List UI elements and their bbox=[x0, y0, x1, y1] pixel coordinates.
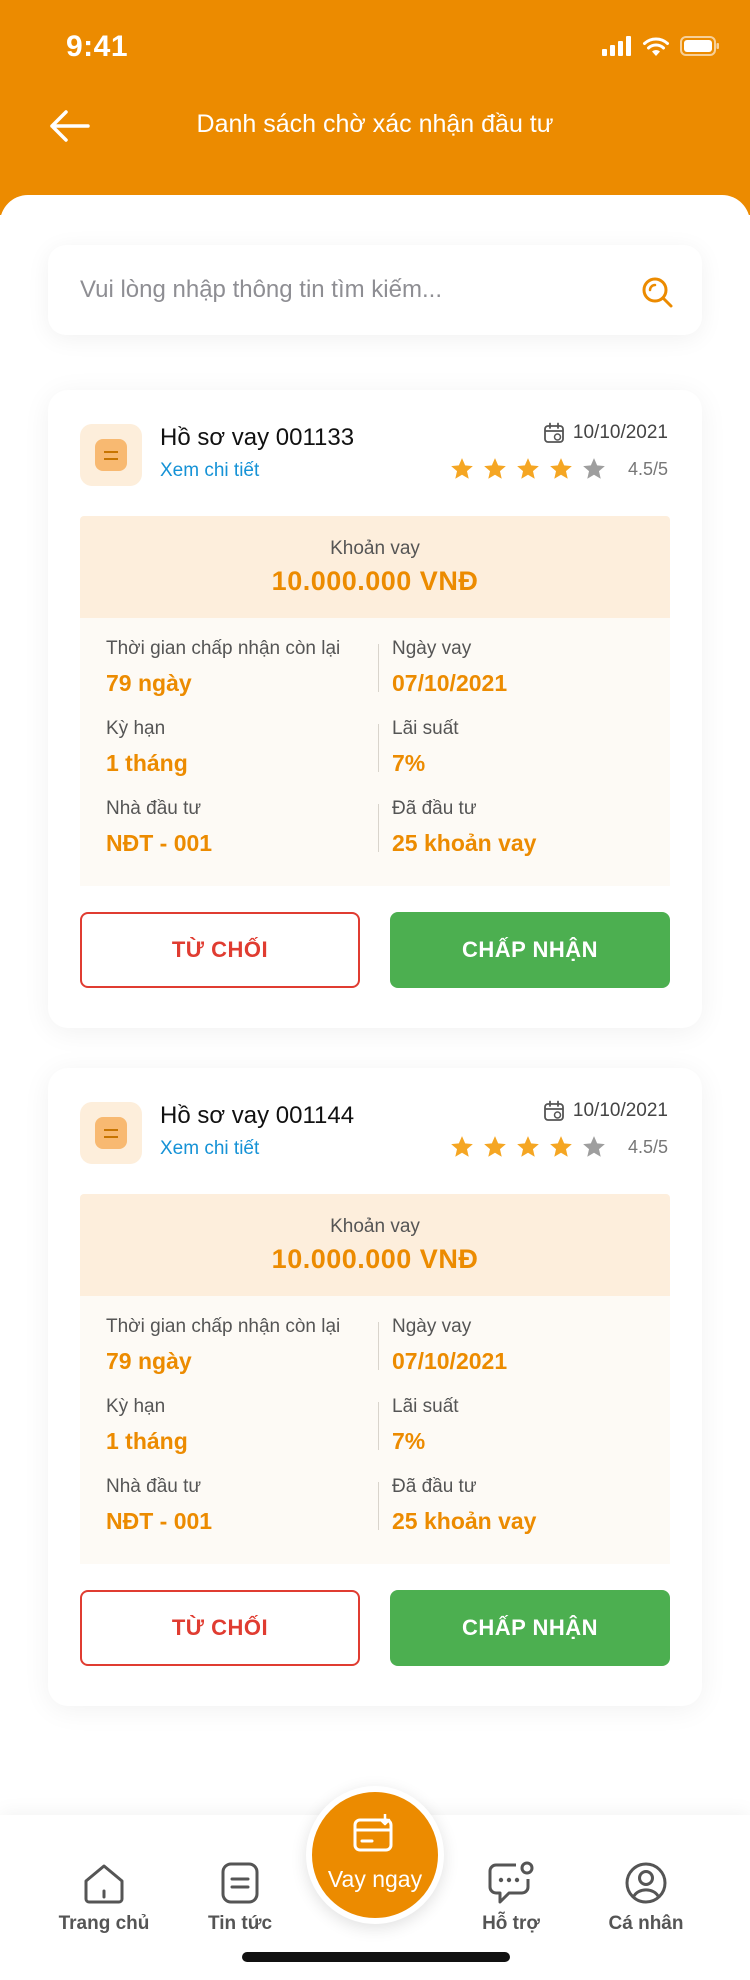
accept-button[interactable]: CHẤP NHẬN bbox=[390, 1590, 670, 1666]
nav-item-news[interactable]: Tin tức bbox=[180, 1861, 300, 1935]
nav-label: Trang chủ bbox=[58, 1913, 150, 1934]
news-icon bbox=[221, 1862, 259, 1904]
content-sheet: Hồ sơ vay 001133 Xem chi tiết 10/10/2021… bbox=[0, 195, 750, 1815]
star-filled-icon bbox=[517, 458, 539, 479]
star-filled-icon bbox=[451, 458, 473, 479]
view-detail-link[interactable]: Xem chi tiết bbox=[160, 1138, 259, 1160]
rating: 4.5/5 bbox=[449, 456, 668, 482]
reject-button[interactable]: TỪ CHỐI bbox=[80, 912, 360, 988]
status-time: 9:41 bbox=[66, 30, 129, 63]
info-investor: Nhà đầu tư NĐT - 001 bbox=[106, 798, 213, 856]
amount-value: 10.000.000 VNĐ bbox=[271, 1244, 479, 1274]
amount-label: Khoản vay bbox=[330, 538, 420, 559]
status-icons bbox=[602, 34, 720, 58]
nav-label: Tin tức bbox=[207, 1913, 273, 1934]
nav-label: Hỗ trợ bbox=[482, 1913, 540, 1934]
loan-date: 10/10/2021 bbox=[543, 422, 668, 444]
star-filled-icon bbox=[484, 1136, 506, 1157]
star-empty-icon bbox=[583, 458, 605, 479]
star-filled-icon bbox=[484, 458, 506, 479]
nav-item-profile[interactable]: Cá nhân bbox=[586, 1861, 706, 1935]
amount-value: 10.000.000 VNĐ bbox=[271, 566, 479, 596]
search-bar bbox=[48, 245, 702, 335]
nav-label: Cá nhân bbox=[608, 1913, 684, 1934]
nav-item-home[interactable]: Trang chủ bbox=[44, 1861, 164, 1935]
wifi-icon bbox=[643, 37, 669, 56]
loan-card: Hồ sơ vay 001133 Xem chi tiết 10/10/2021… bbox=[48, 390, 702, 1028]
document-icon bbox=[80, 424, 142, 486]
info-invested: Đã đầu tư 25 khoản vay bbox=[392, 798, 537, 856]
info-interest-rate: Lãi suất 7% bbox=[392, 1396, 459, 1454]
loan-amount-box: Khoản vay 10.000.000 VNĐ bbox=[80, 1194, 670, 1296]
signal-icon bbox=[602, 36, 631, 56]
loan-info-grid: Thời gian chấp nhận còn lại 79 ngày Ngày… bbox=[80, 618, 670, 886]
info-investor: Nhà đầu tư NĐT - 001 bbox=[106, 1476, 213, 1534]
amount-label: Khoản vay bbox=[330, 1216, 420, 1237]
loan-title: Hồ sơ vay 001133 bbox=[160, 424, 355, 451]
calendar-icon bbox=[544, 1100, 564, 1121]
star-empty-icon bbox=[583, 1136, 605, 1157]
document-icon bbox=[80, 1102, 142, 1164]
home-indicator bbox=[242, 1952, 510, 1962]
loan-date: 10/10/2021 bbox=[543, 1100, 668, 1122]
calendar-icon bbox=[544, 422, 564, 443]
star-filled-icon bbox=[451, 1136, 473, 1157]
search-icon[interactable] bbox=[640, 275, 674, 309]
info-term: Kỳ hạn 1 tháng bbox=[106, 718, 188, 776]
header: 9:41 Danh sách chờ xác nhận đầu tư bbox=[0, 0, 750, 215]
reject-button[interactable]: TỪ CHỐI bbox=[80, 1590, 360, 1666]
info-invested: Đã đầu tư 25 khoản vay bbox=[392, 1476, 537, 1534]
star-filled-icon bbox=[550, 458, 572, 479]
info-term: Kỳ hạn 1 tháng bbox=[106, 1396, 188, 1454]
info-interest-rate: Lãi suất 7% bbox=[392, 718, 459, 776]
borrow-now-button[interactable]: Vay ngay bbox=[306, 1786, 444, 1924]
star-filled-icon bbox=[517, 1136, 539, 1157]
info-remaining-time: Thời gian chấp nhận còn lại 79 ngày bbox=[106, 638, 341, 696]
info-loan-date: Ngày vay 07/10/2021 bbox=[392, 1316, 508, 1374]
divider bbox=[378, 1402, 379, 1450]
search-input[interactable] bbox=[80, 245, 620, 335]
info-remaining-time: Thời gian chấp nhận còn lại 79 ngày bbox=[106, 1316, 341, 1374]
page-title: Danh sách chờ xác nhận đầu tư bbox=[196, 110, 554, 138]
view-detail-link[interactable]: Xem chi tiết bbox=[160, 460, 259, 482]
star-filled-icon bbox=[550, 1136, 572, 1157]
support-chat-icon bbox=[488, 1861, 534, 1904]
fab-label: Vay ngay bbox=[327, 1866, 423, 1892]
loan-card-icon bbox=[353, 1814, 393, 1852]
loan-info-grid: Thời gian chấp nhận còn lại 79 ngày Ngày… bbox=[80, 1296, 670, 1564]
loan-amount-box: Khoản vay 10.000.000 VNĐ bbox=[80, 516, 670, 618]
loan-card: Hồ sơ vay 001144 Xem chi tiết 10/10/2021… bbox=[48, 1068, 702, 1706]
date-text: 10/10/2021 bbox=[572, 1100, 668, 1121]
home-icon bbox=[84, 1864, 124, 1904]
nav-item-support[interactable]: Hỗ trợ bbox=[451, 1861, 571, 1935]
rating-text: 4.5/5 bbox=[627, 458, 668, 479]
accept-button[interactable]: CHẤP NHẬN bbox=[390, 912, 670, 988]
divider bbox=[378, 1322, 379, 1370]
loan-title: Hồ sơ vay 001144 bbox=[160, 1102, 355, 1129]
divider bbox=[378, 644, 379, 692]
info-loan-date: Ngày vay 07/10/2021 bbox=[392, 638, 508, 696]
rating: 4.5/5 bbox=[449, 1134, 668, 1160]
battery-icon bbox=[680, 36, 719, 56]
divider bbox=[378, 1482, 379, 1530]
date-text: 10/10/2021 bbox=[572, 422, 668, 443]
divider bbox=[378, 724, 379, 772]
divider bbox=[378, 804, 379, 852]
profile-icon bbox=[625, 1862, 667, 1904]
rating-text: 4.5/5 bbox=[627, 1136, 668, 1157]
